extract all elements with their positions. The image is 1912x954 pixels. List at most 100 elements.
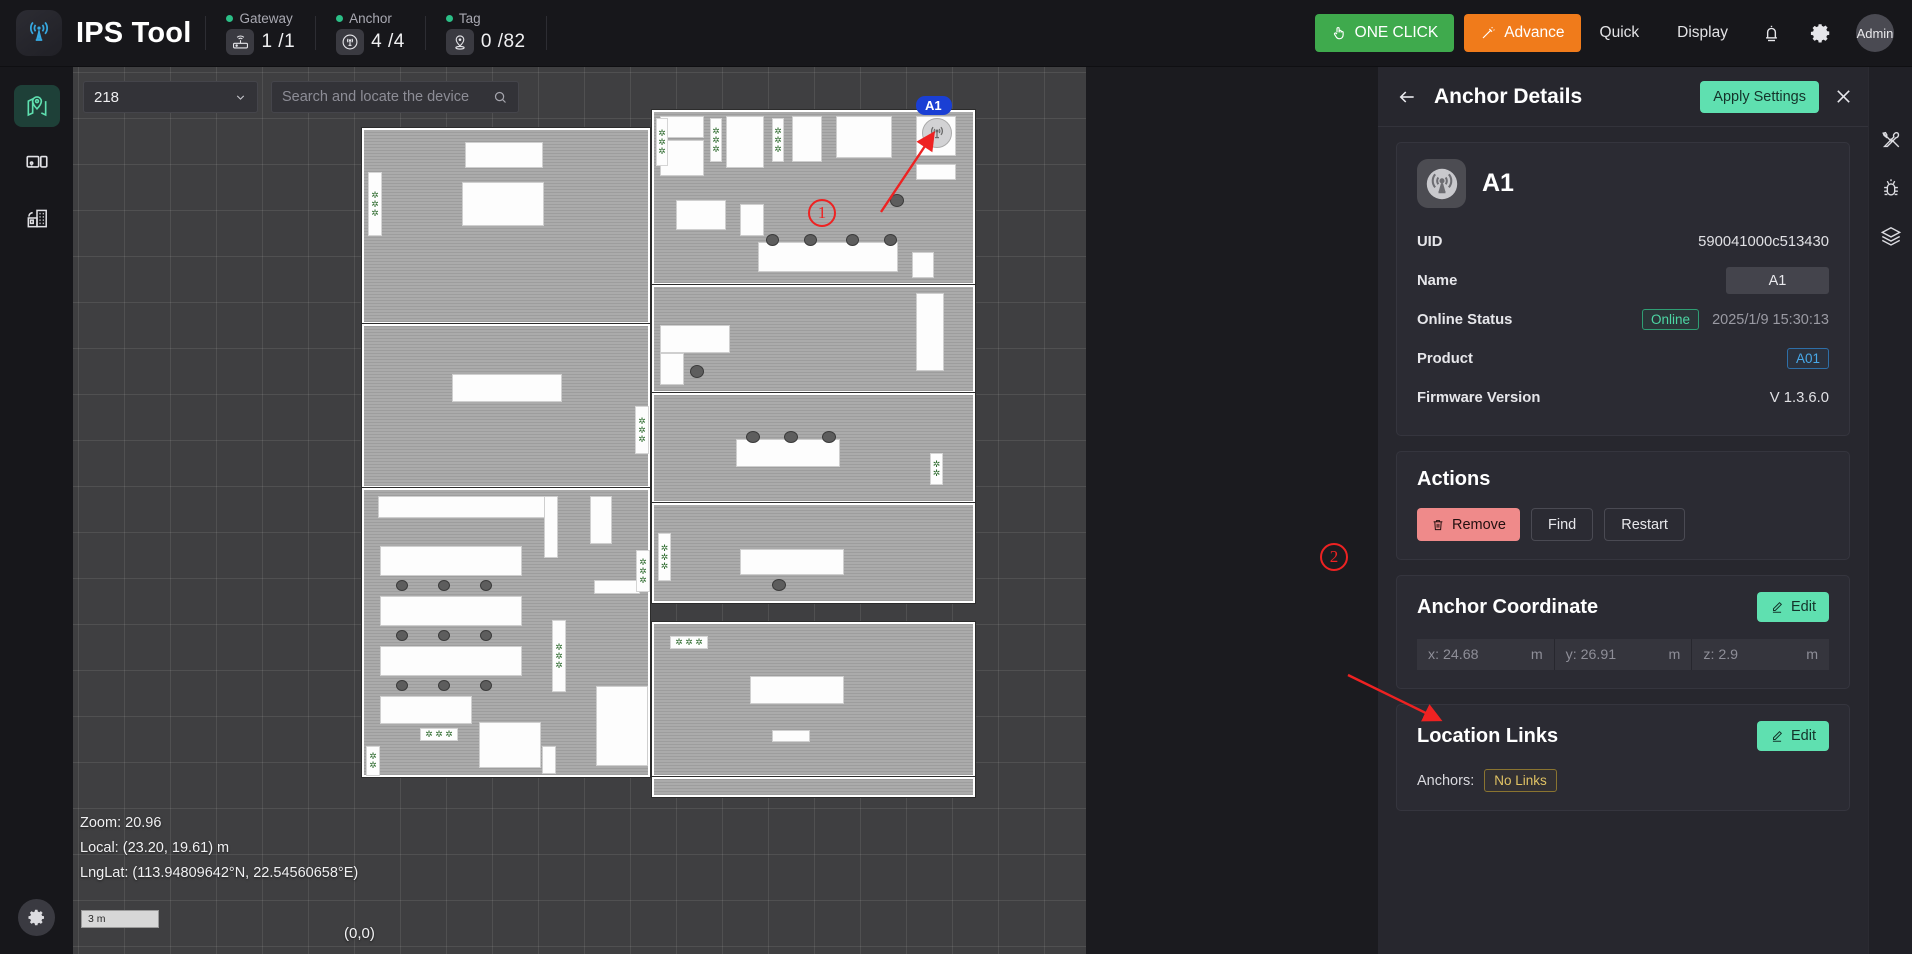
coordinate-z-value: z: 2.9 [1703,646,1739,663]
status-badge: Online [1642,309,1700,330]
search-input[interactable] [282,89,493,105]
lnglat-value: (113.94809642°N, 22.54560658°E) [132,865,359,882]
coordinate-y-unit: m [1668,646,1681,663]
avatar[interactable]: Admin [1856,14,1894,52]
anchors-label: Anchors: [1417,772,1475,789]
restart-button[interactable]: Restart [1604,508,1685,541]
detail-value-uid: 590041000c513430 [1698,233,1829,250]
sidebar-item-device-view[interactable] [14,141,60,183]
edit-links-button[interactable]: Edit [1757,721,1829,751]
advance-button[interactable]: Advance [1464,14,1581,52]
apply-settings-button[interactable]: Apply Settings [1700,80,1819,113]
find-button[interactable]: Find [1531,508,1594,541]
tag-pin-icon [445,29,474,55]
divider [205,16,207,50]
advance-label: Advance [1504,24,1565,41]
display-menu[interactable]: Display [1658,24,1747,42]
location-links-title: Location Links [1417,724,1559,747]
close-icon [1837,90,1850,103]
sidebar-settings-button[interactable] [18,899,55,936]
device-monitor-icon [25,155,48,168]
product-badge: A01 [1786,348,1829,369]
coordinate-x-value: x: 24.68 [1428,646,1479,663]
sidebar-item-map-view[interactable] [13,85,60,127]
stat-tag[interactable]: Tag 0 /82 [440,11,532,55]
anchor-details-panel: Anchor Details Apply Settings A1 UID 590… [1378,67,1868,954]
detail-row-name: Name [1417,261,1829,300]
divider [315,16,317,50]
detail-row-uid: UID 590041000c513430 [1417,222,1829,261]
brand-title: IPS Tool [76,16,192,49]
app-root: IPS Tool Gateway 1 /1 Anchor 4 /4 Tag 0 … [0,0,1912,954]
tools-button[interactable] [1880,129,1902,151]
arrow-left-icon [1399,90,1414,103]
edit-coordinate-label: Edit [1791,599,1816,615]
layers-button[interactable] [1880,225,1902,247]
name-input[interactable] [1726,267,1829,294]
quick-menu[interactable]: Quick [1581,24,1659,42]
coordinate-z-unit: m [1806,646,1819,663]
device-name: A1 [1482,169,1514,197]
antenna-tower-icon [30,21,48,41]
wand-icon [1482,26,1495,39]
edit-coordinate-button[interactable]: Edit [1757,592,1829,622]
location-map-icon [27,96,46,117]
alarm-bell-icon[interactable] [1747,23,1796,44]
detail-label-firmware: Firmware Version [1417,389,1541,406]
floorplan: ✲ ✲ ✲ ✲ ✲ ✲ ✲ ✲ ✲ ✲ ✲ ✲ ✲ ✲ ✲ ✲ ✲ ✲ ✲ ✲ … [361,109,976,798]
stat-anchor-value: 4 /4 [371,31,405,52]
detail-label-uid: UID [1417,233,1443,250]
pencil-icon [1772,730,1783,742]
status-dot-gateway [226,15,234,22]
right-toolbar [1868,67,1912,954]
stat-gateway-label: Gateway [239,11,293,26]
layers-icon [1880,226,1901,246]
map-scale-bar: 3 m [81,910,159,928]
one-click-button[interactable]: ONE CLICK [1314,14,1455,52]
pencil-icon [1772,601,1783,613]
map-readout: Zoom: 20.96 Local: (23.20, 19.61) m LngL… [80,811,358,886]
detail-label-name: Name [1417,272,1458,289]
map-anchor-label: A1 [916,96,952,115]
map-canvas[interactable]: ✲ ✲ ✲ ✲ ✲ ✲ ✲ ✲ ✲ ✲ ✲ ✲ ✲ ✲ ✲ ✲ ✲ ✲ ✲ ✲ … [73,67,1086,954]
search-box[interactable] [271,81,519,113]
status-dot-anchor [336,15,344,22]
stat-gateway[interactable]: Gateway 1 /1 [220,11,301,55]
stat-tag-value: 0 /82 [480,31,526,52]
coordinate-y[interactable]: y: 26.91 m [1554,639,1693,670]
remove-button[interactable]: Remove [1417,508,1520,541]
close-panel-button[interactable] [1833,86,1854,107]
anchors-value-badge: No Links [1484,769,1557,792]
coordinate-x[interactable]: x: 24.68 m [1417,639,1555,670]
search-icon[interactable] [493,90,508,105]
back-button[interactable] [1392,83,1422,111]
annotation-badge-1: 1 [808,199,836,227]
app-header: IPS Tool Gateway 1 /1 Anchor 4 /4 Tag 0 … [0,0,1912,67]
floor-select[interactable]: 218 [83,81,258,113]
sidebar-item-building-view[interactable] [14,197,60,239]
anchor-coordinate-card: Anchor Coordinate Edit x: 24.68 m y: 26.… [1396,575,1850,689]
app-logo [16,10,62,56]
local-value: (23.20, 19.61) m [122,840,230,857]
device-info-card: A1 UID 590041000c513430 Name Online Stat… [1396,142,1850,436]
coordinate-z[interactable]: z: 2.9 m [1692,639,1830,670]
bug-icon [1883,179,1898,196]
debug-button[interactable] [1880,177,1902,199]
divider [424,16,426,50]
anchor-antenna-icon [336,29,365,55]
map-anchor-a1[interactable]: A1 [916,96,952,148]
map-toolbar: 218 [83,81,519,113]
coordinate-y-value: y: 26.91 [1565,646,1617,663]
coordinate-title: Anchor Coordinate [1417,595,1599,618]
detail-value-firmware: V 1.3.6.0 [1769,389,1829,406]
local-label: Local: [80,840,119,857]
gear-icon[interactable] [1796,22,1846,44]
status-dot-tag [445,15,453,22]
device-header: A1 [1417,159,1829,208]
router-icon [226,29,255,55]
anchors-links-row: Anchors: No Links [1417,769,1829,792]
stat-anchor[interactable]: Anchor 4 /4 [330,11,411,55]
stat-anchor-label: Anchor [349,11,392,26]
coordinate-x-unit: m [1530,646,1543,663]
trash-icon [1433,519,1443,530]
